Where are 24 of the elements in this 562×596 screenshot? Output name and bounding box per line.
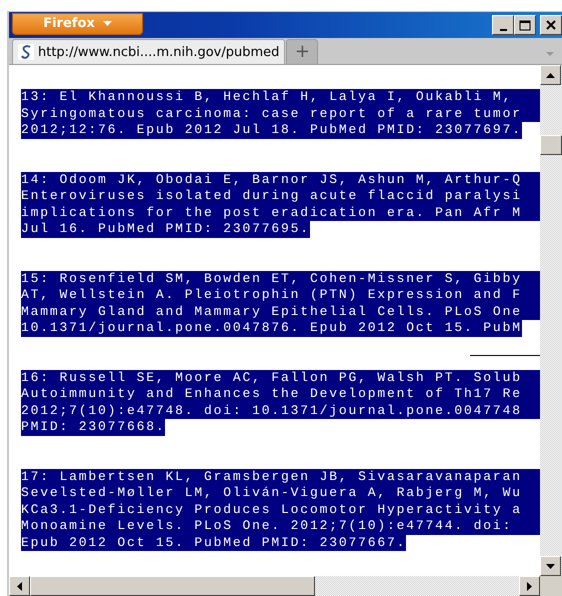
scroll-up-button[interactable] [540, 65, 561, 85]
maximize-icon [519, 20, 531, 30]
scroll-right-button[interactable] [519, 576, 540, 596]
scrollbar-thumb[interactable] [30, 576, 315, 596]
new-tab-button[interactable]: + [286, 39, 318, 64]
caret-icon [102, 21, 112, 26]
scrollbar-corner [540, 576, 562, 596]
minimize-icon [500, 29, 506, 31]
vertical-scrollbar[interactable] [540, 65, 562, 576]
up-arrow-icon [546, 72, 555, 78]
close-button[interactable] [540, 15, 562, 35]
maximize-button[interactable] [514, 15, 536, 35]
down-arrow-icon [546, 564, 555, 568]
site-icon [18, 44, 34, 60]
scroll-left-button[interactable] [9, 576, 30, 596]
scroll-down-button[interactable] [540, 556, 561, 576]
firefox-menu-button[interactable]: Firefox [12, 12, 143, 34]
scrollbar-thumb[interactable] [540, 135, 562, 155]
close-icon [546, 20, 556, 30]
horizontal-scrollbar[interactable] [9, 576, 562, 596]
left-arrow-icon [17, 582, 22, 590]
minimize-button[interactable] [492, 15, 514, 35]
browser-tab[interactable]: http://www.ncbi....m.nih.gov/pubmed [12, 39, 286, 64]
right-arrow-icon [527, 582, 532, 590]
